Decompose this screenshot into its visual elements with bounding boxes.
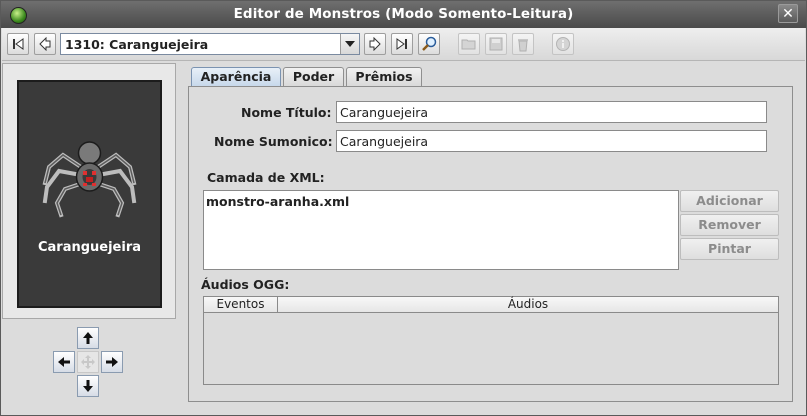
table-header: Eventos Áudios [204,297,778,313]
move-down-button[interactable] [77,375,99,397]
search-icon [422,36,437,51]
center-button[interactable] [77,351,99,373]
preview-panel: Caranguejeira [2,63,176,319]
open-folder-icon [461,39,476,50]
tab-premios[interactable]: Prêmios [346,67,422,86]
last-record-button[interactable] [391,33,413,55]
remove-button[interactable]: Remover [680,214,779,236]
ogg-audio-label: Áudios OGG: [201,277,290,292]
open-button[interactable] [458,33,480,55]
monster-selector[interactable]: 1310: Caranguejeira [60,33,360,55]
column-header-audios[interactable]: Áudios [278,297,778,312]
monster-portrait: Caranguejeira [17,80,162,308]
appearance-panel: Nome Título: Caranguejeira Nome Sumonico… [188,86,793,402]
arrow-up-icon [83,332,93,344]
close-icon: ✕ [782,6,794,22]
save-button[interactable] [485,33,507,55]
info-button[interactable] [552,33,574,55]
portrait-monster-name: Caranguejeira [37,240,142,255]
window-title: Editor de Monstros (Modo Somento-Leitura… [233,6,574,22]
xml-layer-label: Camada de XML: [207,170,325,185]
last-record-icon [396,38,407,50]
spider-sprite [42,141,137,218]
delete-button[interactable] [512,33,534,55]
close-button[interactable]: ✕ [778,4,798,23]
summon-name-field[interactable]: Caranguejeira [336,130,767,152]
arrow-left-icon [58,357,70,367]
save-icon [489,37,503,51]
xml-layer-list[interactable]: monstro-aranha.xml [203,190,679,270]
first-record-icon [13,38,24,50]
search-button[interactable] [418,33,440,55]
move-up-button[interactable] [77,327,99,349]
move-icon [81,355,95,369]
next-record-button[interactable] [364,33,386,55]
ogg-audio-table[interactable]: Eventos Áudios [203,296,779,385]
previous-record-button[interactable] [34,33,56,55]
dropdown-arrow[interactable] [340,34,359,54]
toolbar: 1310: Caranguejeira [2,28,805,61]
info-icon [556,37,570,51]
editor-window: Editor de Monstros (Modo Somento-Leitura… [0,0,807,416]
tab-poder[interactable]: Poder [283,67,344,86]
summon-name-label: Nome Sumonico: [214,134,333,149]
delete-icon [518,38,528,51]
previous-record-icon [39,37,51,51]
tab-aparencia[interactable]: Aparência [191,67,281,87]
add-button[interactable]: Adicionar [680,190,779,212]
title-name-label: Nome Título: [241,105,332,120]
first-record-button[interactable] [7,33,29,55]
chevron-down-icon [345,41,355,47]
move-right-button[interactable] [101,351,123,373]
arrow-down-icon [83,380,93,392]
move-left-button[interactable] [53,351,75,373]
paint-button[interactable]: Pintar [680,238,779,260]
next-record-icon [369,37,381,51]
title-bar[interactable]: Editor de Monstros (Modo Somento-Leitura… [1,1,806,28]
column-header-events[interactable]: Eventos [204,297,278,312]
arrow-right-icon [106,357,118,367]
monster-selector-value: 1310: Caranguejeira [65,37,209,52]
title-name-field[interactable]: Caranguejeira [336,101,767,123]
list-item[interactable]: monstro-aranha.xml [206,194,349,209]
